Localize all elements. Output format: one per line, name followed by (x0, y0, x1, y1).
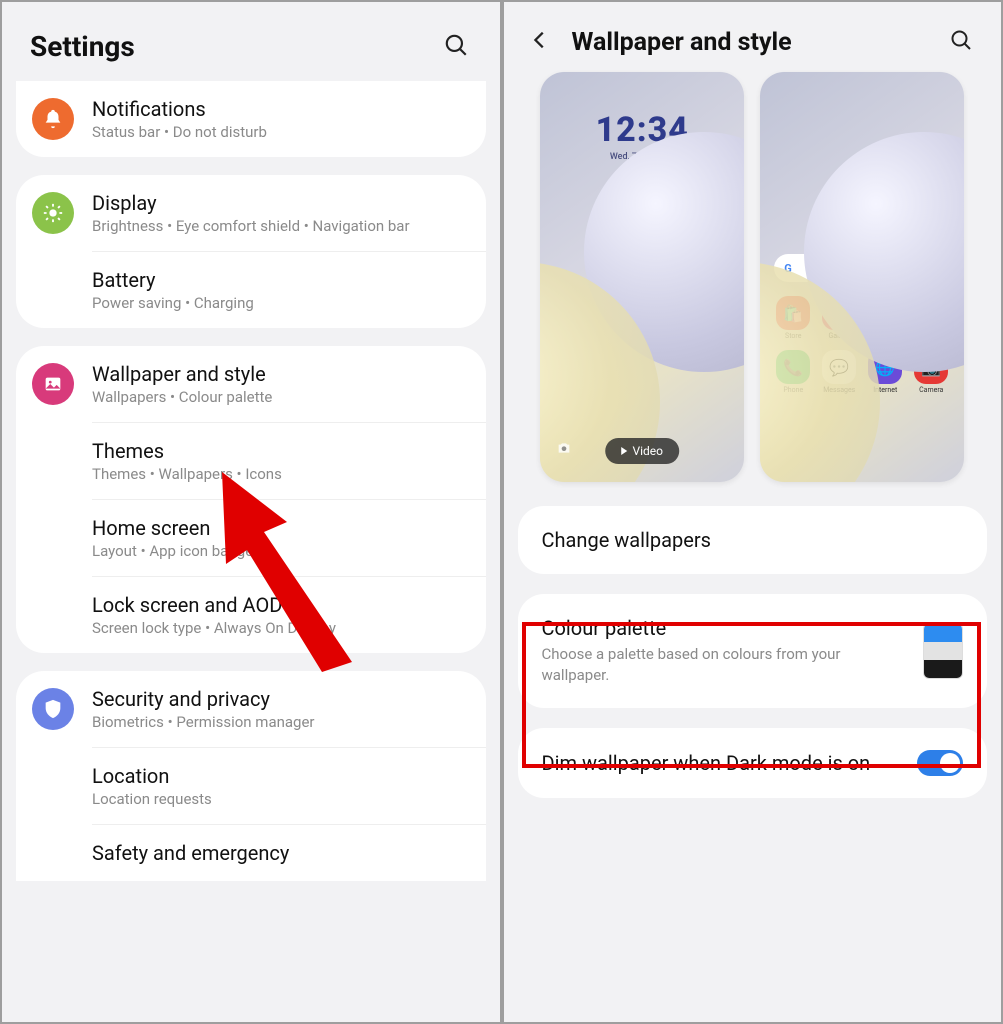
settings-row-security[interactable]: Security and privacy Biometrics • Permiss… (16, 671, 486, 747)
row-subtitle: Screen lock type • Always On Display (92, 619, 466, 637)
chevron-left-icon (529, 29, 551, 55)
settings-group: Security and privacy Biometrics • Permiss… (16, 671, 486, 881)
settings-row-safety[interactable]: Safety and emergency (92, 824, 486, 881)
dim-wallpaper-card[interactable]: Dim wallpaper when Dark mode is on (518, 728, 988, 798)
settings-row-display[interactable]: Display Brightness • Eye comfort shield •… (16, 175, 486, 251)
settings-row-wallpaper[interactable]: Wallpaper and style Wallpapers • Colour p… (16, 346, 486, 422)
settings-row-themes[interactable]: Themes Themes • Wallpapers • Icons (92, 422, 486, 499)
shield-icon (32, 688, 74, 730)
search-button[interactable] (440, 31, 472, 63)
row-subtitle: Brightness • Eye comfort shield • Naviga… (92, 217, 466, 235)
row-title: Battery (92, 268, 466, 292)
settings-group: Display Brightness • Eye comfort shield •… (16, 175, 486, 328)
settings-group: Notifications Status bar • Do not disturb (16, 81, 486, 157)
lock-screen-preview[interactable]: 12:34 Wed, 7 February Video (540, 72, 744, 482)
change-wallpapers-card[interactable]: Change wallpapers (518, 506, 988, 574)
bell-icon (32, 98, 74, 140)
row-title: Wallpaper and style (92, 362, 466, 386)
wallpaper-previews: 12:34 Wed, 7 February Video 18° e.C.Bloc… (504, 72, 1002, 506)
settings-header: Settings (2, 2, 500, 81)
row-subtitle: Layout • App icon badges (92, 542, 466, 560)
palette-swatch-icon (923, 623, 963, 679)
page-title: Settings (30, 30, 135, 63)
row-subtitle: Wallpapers • Colour palette (92, 388, 466, 406)
settings-row-notifications[interactable]: Notifications Status bar • Do not disturb (16, 81, 486, 157)
row-subtitle: Power saving • Charging (92, 294, 466, 312)
row-title: Safety and emergency (92, 841, 466, 865)
settings-screen: Settings Notifications Status bar • Do no… (0, 0, 502, 1024)
dim-wallpaper-toggle[interactable] (917, 750, 963, 776)
row-title: Location (92, 764, 466, 788)
row-subtitle: Location requests (92, 790, 466, 808)
row-subtitle: Themes • Wallpapers • Icons (92, 465, 466, 483)
wallpaper-header: Wallpaper and style (504, 2, 1002, 72)
camera-icon (556, 440, 572, 460)
wallpaper-style-screen: Wallpaper and style 12:34 Wed, 7 Februar… (502, 0, 1003, 1024)
row-title: Display (92, 191, 466, 215)
search-button[interactable] (945, 26, 977, 58)
colour-palette-title: Colour palette (542, 616, 908, 640)
row-title: Notifications (92, 97, 466, 121)
search-icon (443, 32, 469, 62)
settings-row-location[interactable]: Location Location requests (92, 747, 486, 824)
search-icon (949, 28, 973, 56)
row-title: Lock screen and AOD (92, 593, 466, 617)
page-title: Wallpaper and style (572, 28, 930, 57)
colour-palette-sub: Choose a palette based on colours from y… (542, 644, 908, 686)
home-screen-preview[interactable]: 18° e.C.Block Sunny G 🛍️Store✳️Gallery▶P… (760, 72, 964, 482)
settings-row-home[interactable]: Home screen Layout • App icon badges (92, 499, 486, 576)
settings-row-battery[interactable]: Battery Power saving • Charging (92, 251, 486, 328)
row-subtitle: Biometrics • Permission manager (92, 713, 466, 731)
settings-group: Wallpaper and style Wallpapers • Colour p… (16, 346, 486, 653)
image-icon (32, 363, 74, 405)
row-title: Home screen (92, 516, 466, 540)
sun-icon (32, 192, 74, 234)
row-subtitle: Status bar • Do not disturb (92, 123, 466, 141)
dim-wallpaper-title: Dim wallpaper when Dark mode is on (542, 751, 902, 775)
row-title: Security and privacy (92, 687, 466, 711)
back-button[interactable] (524, 26, 556, 58)
settings-row-lock[interactable]: Lock screen and AOD Screen lock type • Al… (92, 576, 486, 653)
colour-palette-card[interactable]: Colour palette Choose a palette based on… (518, 594, 988, 708)
video-button[interactable]: Video (605, 438, 679, 464)
row-title: Themes (92, 439, 466, 463)
video-label: Video (632, 444, 663, 458)
